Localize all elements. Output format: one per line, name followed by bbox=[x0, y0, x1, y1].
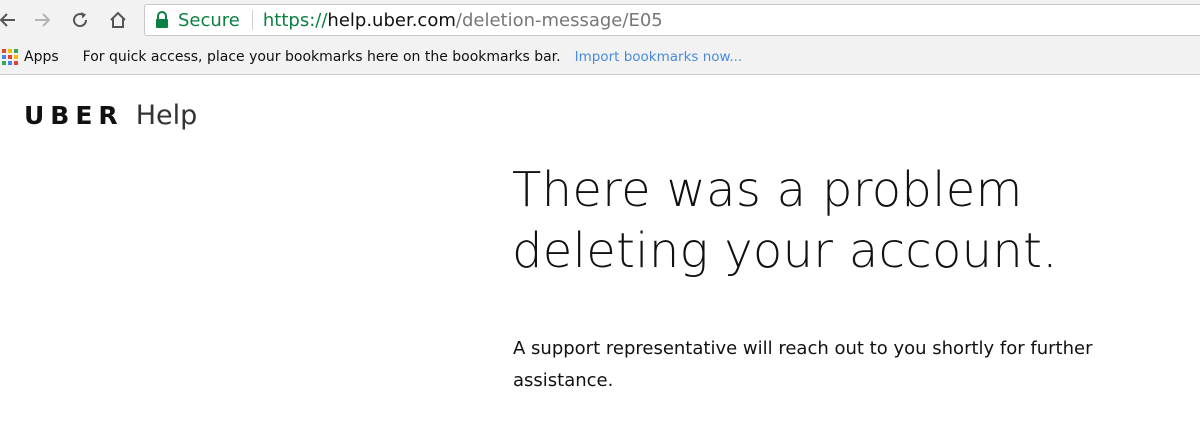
apps-shortcut[interactable]: Apps bbox=[24, 49, 59, 65]
page-title: There was a problem deleting your accoun… bbox=[512, 160, 1172, 282]
brand-wordmark: UBER bbox=[24, 101, 124, 130]
address-bar[interactable]: Secure https:// help.uber.com /deletion-… bbox=[144, 4, 1200, 36]
secure-label: Secure bbox=[178, 9, 240, 31]
page-body-text: A support representative will reach out … bbox=[513, 338, 1093, 391]
forward-arrow-icon[interactable] bbox=[28, 6, 56, 34]
home-icon[interactable] bbox=[104, 6, 132, 34]
bookmarks-hint-text: For quick access, place your bookmarks h… bbox=[82, 49, 561, 65]
reload-icon[interactable] bbox=[66, 6, 94, 34]
section-label: Help bbox=[135, 100, 198, 131]
browser-toolbar: Secure https:// help.uber.com /deletion-… bbox=[0, 0, 1200, 40]
omnibox-divider bbox=[251, 10, 253, 30]
url-host: help.uber.com bbox=[327, 9, 456, 31]
back-arrow-icon[interactable] bbox=[0, 6, 22, 34]
uber-help-logo[interactable]: UBER Help bbox=[24, 100, 197, 131]
bookmarks-bar: Apps For quick access, place your bookma… bbox=[0, 40, 1200, 75]
import-bookmarks-link[interactable]: Import bookmarks now... bbox=[575, 49, 743, 65]
url-path: /deletion-message/E05 bbox=[455, 9, 663, 31]
apps-grid-icon bbox=[2, 49, 18, 65]
page-title-line-2: deleting your account. bbox=[512, 223, 1058, 279]
url-scheme: https:// bbox=[262, 9, 328, 31]
page-title-line-1: There was a problem bbox=[512, 162, 1023, 218]
lock-icon bbox=[155, 11, 169, 29]
